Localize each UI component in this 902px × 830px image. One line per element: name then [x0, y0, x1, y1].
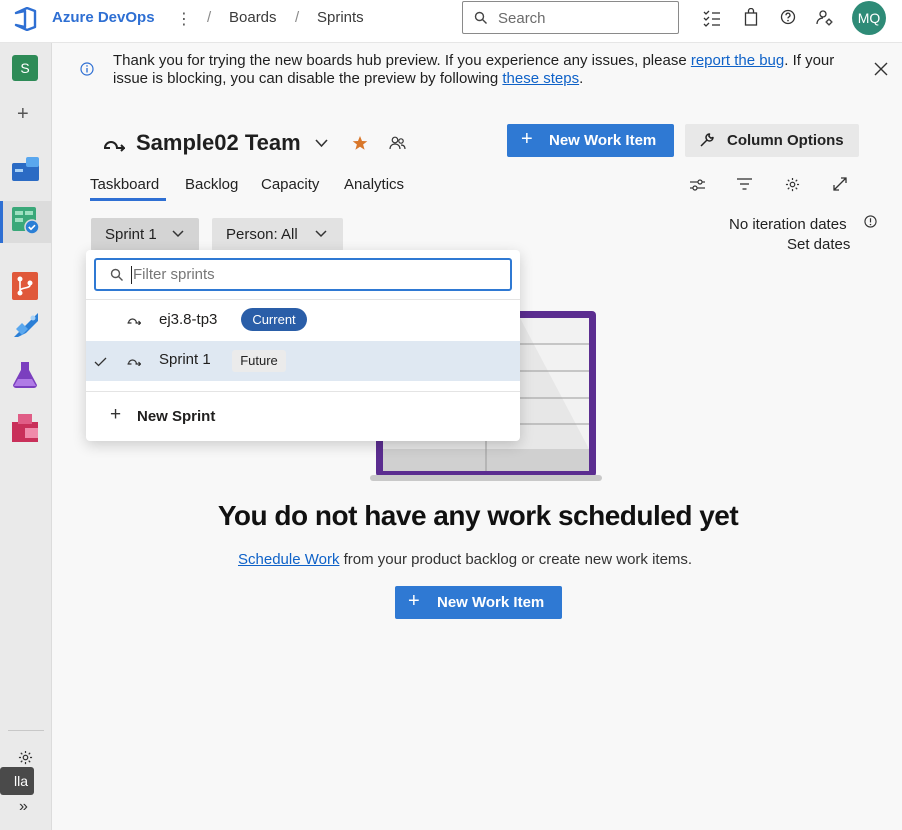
checkmark-icon [94, 357, 107, 367]
new-work-item-label: New Work Item [437, 594, 545, 611]
task-list-icon[interactable] [703, 9, 721, 27]
tab-capacity[interactable]: Capacity [261, 176, 319, 193]
chevron-down-icon [172, 230, 184, 238]
report-bug-link[interactable]: report the bug [691, 52, 784, 69]
pipelines-icon[interactable] [12, 311, 40, 339]
project-settings-gear-icon[interactable] [18, 750, 33, 765]
add-icon[interactable]: + [17, 103, 29, 126]
fullscreen-expand-icon[interactable] [833, 177, 847, 191]
favorite-star-icon[interactable] [352, 135, 368, 151]
new-work-item-label: New Work Item [549, 132, 657, 149]
team-chevron-down-icon[interactable] [315, 139, 328, 148]
close-banner-icon[interactable] [874, 62, 888, 76]
sprint-option-sprint-1[interactable]: Sprint 1 [86, 341, 520, 381]
chevron-down-icon [315, 230, 327, 238]
tooltip: lla [0, 767, 34, 795]
preview-banner-message: Thank you for trying the new boards hub … [113, 52, 853, 88]
plus-icon: + [408, 590, 420, 612]
current-badge: Current [241, 308, 307, 331]
settings-gear-icon[interactable] [785, 177, 800, 192]
breadcrumb-separator: / [207, 9, 212, 26]
schedule-work-link[interactable]: Schedule Work [238, 551, 339, 568]
banner-text: Thank you for trying the new boards hub … [113, 52, 691, 69]
wrench-icon [700, 133, 714, 147]
left-navigation: S + » [0, 43, 52, 830]
search-icon [474, 11, 487, 24]
plus-icon: + [521, 128, 533, 150]
empty-state-new-work-item-button[interactable]: + New Work Item [395, 586, 562, 619]
filter-sprints-placeholder: Filter sprints [133, 266, 215, 283]
view-options-sliders-icon[interactable] [690, 178, 705, 192]
sprint-name: Sprint 1 [159, 351, 211, 368]
dropdown-divider [86, 391, 520, 392]
sprint-iteration-icon [127, 318, 141, 325]
boards-icon[interactable] [12, 207, 40, 235]
filter-sprints-input[interactable]: Filter sprints [94, 258, 512, 291]
info-icon[interactable] [864, 215, 877, 228]
search-box[interactable]: Search [462, 1, 679, 34]
empty-state-subtitle-text: from your product backlog or create new … [339, 551, 693, 568]
empty-state-title: You do not have any work scheduled yet [217, 500, 739, 531]
user-avatar[interactable]: MQ [852, 1, 886, 35]
top-bar: Azure DevOps ⋮ / Boards / Sprints Search… [0, 0, 902, 43]
filter-icon[interactable] [737, 178, 752, 190]
sprint-dropdown-menu: Filter sprints ej3.8-tp3 Current Sprint … [86, 250, 520, 441]
sprint-iteration-icon [127, 359, 141, 366]
future-badge: Future [232, 350, 286, 372]
these-steps-link[interactable]: these steps [502, 70, 579, 87]
artifacts-icon[interactable] [12, 414, 38, 442]
text-cursor [131, 266, 132, 284]
breadcrumb-separator: / [295, 9, 300, 26]
sprint-iteration-icon [104, 141, 125, 152]
tab-taskboard[interactable]: Taskboard [90, 176, 159, 193]
active-tab-indicator [90, 198, 166, 201]
more-icon[interactable]: ⋮ [176, 9, 192, 29]
expand-nav-icon[interactable]: » [19, 798, 28, 816]
help-icon[interactable] [780, 9, 796, 25]
project-avatar[interactable]: S [12, 55, 38, 81]
info-icon [80, 62, 94, 76]
team-members-icon[interactable] [389, 136, 406, 151]
new-work-item-button[interactable]: + New Work Item [507, 124, 674, 157]
set-dates-link[interactable]: Set dates [787, 236, 850, 253]
nav-divider [8, 730, 44, 731]
sprint-name: ej3.8-tp3 [159, 311, 218, 328]
test-plans-icon[interactable] [12, 361, 38, 389]
repos-icon[interactable] [12, 272, 38, 300]
plus-icon: + [110, 404, 122, 425]
user-settings-icon[interactable] [816, 9, 834, 27]
new-sprint-option[interactable]: + New Sprint [86, 395, 520, 435]
empty-state-subtitle: Schedule Work from your product backlog … [238, 551, 692, 568]
overview-icon[interactable] [12, 157, 39, 181]
new-sprint-label: New Sprint [137, 408, 216, 425]
brand-name[interactable]: Azure DevOps [52, 9, 155, 26]
tab-backlog[interactable]: Backlog [185, 176, 238, 193]
breadcrumb-boards[interactable]: Boards [229, 9, 277, 26]
column-options-label: Column Options [727, 132, 844, 149]
search-placeholder: Search [498, 10, 546, 27]
banner-text: . [579, 70, 584, 87]
marketplace-bag-icon[interactable] [744, 8, 758, 26]
azure-devops-logo-icon[interactable] [13, 7, 39, 31]
breadcrumb-sprints[interactable]: Sprints [317, 9, 364, 26]
team-title: Sample02 Team [136, 130, 301, 155]
column-options-button[interactable]: Column Options [685, 124, 859, 157]
tab-analytics[interactable]: Analytics [344, 176, 404, 193]
sprint-selector-button[interactable]: Sprint 1 [91, 218, 199, 251]
person-filter-button[interactable]: Person: All [212, 218, 343, 251]
person-filter-label: Person: All [226, 226, 298, 243]
sprint-selector-label: Sprint 1 [105, 226, 157, 243]
no-iteration-dates-text: No iteration dates [729, 216, 847, 233]
search-icon [110, 268, 123, 281]
